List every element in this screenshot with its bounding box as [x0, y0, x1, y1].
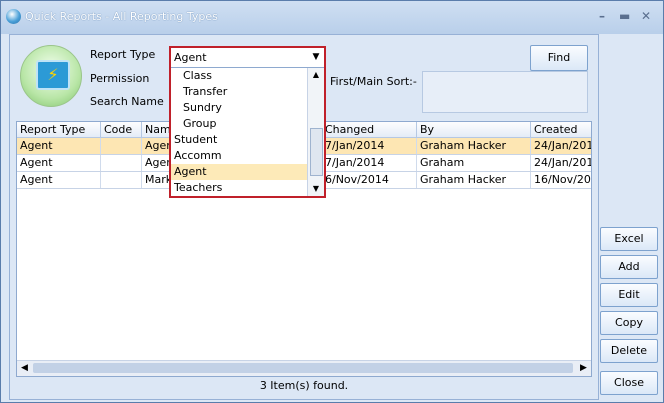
cell-by: Graham Hacker	[417, 138, 531, 154]
status-text: 3 Item(s) found.	[259, 379, 349, 392]
dropdown-item-teachers[interactable]: Teachers	[171, 180, 307, 196]
chevron-down-icon[interactable]: ▼	[308, 48, 324, 67]
copy-button[interactable]: Copy	[600, 311, 658, 335]
dropdown-item-accomm[interactable]: Accomm	[171, 148, 307, 164]
column-header-by[interactable]: By	[417, 122, 531, 137]
close-button[interactable]: Close	[600, 371, 658, 395]
add-button[interactable]: Add	[600, 255, 658, 279]
permission-label: Permission	[90, 72, 150, 85]
cell-changed: 7/Jan/2014	[322, 155, 417, 171]
cell-code	[101, 172, 142, 188]
scroll-thumb[interactable]	[33, 363, 573, 373]
scroll-up-icon[interactable]: ▲	[308, 68, 324, 82]
cell-report-type: Agent	[17, 172, 101, 188]
maximize-icon[interactable]: ▬	[619, 9, 630, 23]
column-header-created[interactable]: Created	[531, 122, 591, 137]
dropdown-scrollbar[interactable]: ▲ ▼	[307, 68, 324, 196]
first-sort-field[interactable]	[422, 71, 588, 113]
dropdown-list: Class Transfer Sundry Group Student Acco…	[171, 68, 307, 196]
cell-created: 24/Jan/201	[531, 138, 591, 154]
minimize-icon[interactable]: –	[599, 9, 605, 23]
report-type-combo[interactable]: Agent ▼	[171, 48, 324, 68]
dropdown-item-sundry[interactable]: Sundry	[171, 100, 307, 116]
scroll-right-icon[interactable]: ▶	[576, 361, 591, 376]
first-sort-label: First/Main Sort:-	[330, 75, 417, 88]
quick-reports-window: Quick Reports - All Reporting Types – ▬ …	[0, 0, 664, 403]
search-name-label: Search Name	[90, 95, 164, 108]
dropdown-item-group[interactable]: Group	[171, 116, 307, 132]
horizontal-scrollbar[interactable]: ◀ ▶	[17, 360, 591, 376]
scroll-down-icon[interactable]: ▼	[308, 182, 324, 196]
cell-by: Graham	[417, 155, 531, 171]
title-bar: Quick Reports - All Reporting Types – ▬ …	[1, 1, 663, 34]
excel-button[interactable]: Excel	[600, 227, 658, 251]
column-header-report-type[interactable]: Report Type	[17, 122, 101, 137]
edit-button[interactable]: Edit	[600, 283, 658, 307]
cell-code	[101, 138, 142, 154]
cell-created: 24/Jan/201	[531, 155, 591, 171]
find-button[interactable]: Find	[530, 45, 588, 71]
report-type-value: Agent	[174, 51, 207, 64]
window-title: Quick Reports - All Reporting Types	[25, 10, 218, 23]
scroll-left-icon[interactable]: ◀	[17, 361, 32, 376]
cell-code	[101, 155, 142, 171]
dropdown-item-transfer[interactable]: Transfer	[171, 84, 307, 100]
column-header-code[interactable]: Code	[101, 122, 142, 137]
cell-report-type: Agent	[17, 155, 101, 171]
dropdown-item-student[interactable]: Student	[171, 132, 307, 148]
dropdown-item-class[interactable]: Class	[171, 68, 307, 84]
report-type-dropdown[interactable]: Agent ▼ Class Transfer Sundry Group Stud…	[169, 46, 326, 198]
quick-reports-logo-icon: ⚡	[20, 45, 82, 107]
dropdown-item-agent[interactable]: Agent	[171, 164, 307, 180]
cell-created: 16/Nov/201	[531, 172, 591, 188]
cell-changed: 6/Nov/2014	[322, 172, 417, 188]
close-icon[interactable]: ✕	[641, 9, 651, 23]
dropdown-scroll-thumb[interactable]	[310, 128, 323, 176]
cell-report-type: Agent	[17, 138, 101, 154]
delete-button[interactable]: Delete	[600, 339, 658, 363]
column-header-changed[interactable]: Changed	[322, 122, 417, 137]
app-icon	[6, 9, 21, 24]
report-type-label: Report Type	[90, 48, 156, 61]
cell-by: Graham Hacker	[417, 172, 531, 188]
cell-changed: 7/Jan/2014	[322, 138, 417, 154]
